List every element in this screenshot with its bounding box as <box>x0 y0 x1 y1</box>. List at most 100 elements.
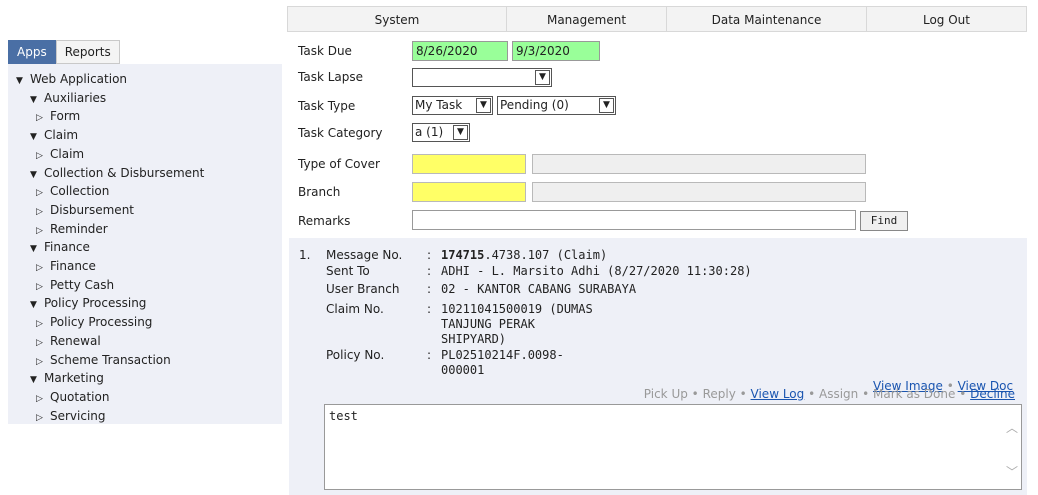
action-pick-up[interactable]: Pick Up <box>644 387 688 401</box>
remarks-input[interactable] <box>412 210 856 230</box>
triangle-right-icon[interactable]: ▷ <box>36 280 50 295</box>
type-of-cover-code-input[interactable] <box>412 154 526 174</box>
tree-item[interactable]: ▷ Form <box>36 109 80 126</box>
field-value: 10211041500019 (DUMAS TANJUNG PERAK SHIPYA… <box>441 302 593 347</box>
field-label: User Branch <box>326 282 400 296</box>
tree-item-label: Web Application <box>30 72 128 86</box>
field-value: ADHI - L. Marsito Adhi (8/27/2020 11:30:… <box>441 264 752 279</box>
tree-item[interactable]: ▷ Collection <box>36 184 109 201</box>
message-note-textarea[interactable]: test ︿ ﹀ <box>324 404 1022 490</box>
tree-item-label: Claim <box>44 128 79 143</box>
tree-item[interactable]: ▷ Petty Cash <box>36 278 114 295</box>
triangle-down-icon[interactable]: ▼ <box>30 168 44 183</box>
tree-item-label: Finance <box>50 259 96 273</box>
tree-item[interactable]: ▷ Quotation <box>36 390 109 407</box>
tree-item[interactable]: ▼ Auxiliaries <box>30 91 106 108</box>
triangle-right-icon[interactable]: ▷ <box>36 336 50 351</box>
task-due-label: Task Due <box>298 44 352 58</box>
action-decline[interactable]: Decline <box>970 387 1015 401</box>
tree-item[interactable]: ▼ Claim <box>30 128 78 145</box>
tree-item-label: Auxiliaries <box>44 90 107 105</box>
field-colon: : <box>427 248 432 262</box>
tab-apps[interactable]: Apps <box>8 40 56 64</box>
task-due-from-input[interactable]: 8/26/2020 <box>412 41 508 61</box>
action-assign[interactable]: Assign <box>819 387 858 401</box>
tree-item-label: Marketing <box>44 371 104 386</box>
triangle-right-icon[interactable]: ▷ <box>36 317 50 332</box>
task-type-value: My Task <box>415 98 463 112</box>
tree-item[interactable]: ▷ Reminder <box>36 222 108 239</box>
triangle-right-icon[interactable]: ▷ <box>36 205 50 220</box>
task-type-label: Task Type <box>298 99 356 113</box>
field-label: Sent To <box>326 264 370 278</box>
chevron-down-icon[interactable]: ﹀ <box>1003 463 1021 480</box>
separator-dot: • <box>735 387 751 401</box>
field-colon: : <box>427 302 432 316</box>
tree-item-label: Collection <box>50 184 110 199</box>
tree-item[interactable]: ▼ Finance <box>30 240 90 257</box>
tree-item[interactable]: ▷ Servicing <box>36 409 106 426</box>
task-type-select[interactable]: My Task ▼ <box>412 96 493 115</box>
field-label: Message No. <box>326 248 403 262</box>
triangle-right-icon[interactable]: ▷ <box>36 392 50 407</box>
triangle-right-icon[interactable]: ▷ <box>36 224 50 239</box>
tree-item[interactable]: ▼ Collection & Disbursement <box>30 166 204 183</box>
menu-system[interactable]: System <box>287 6 507 32</box>
tree-item-label: Claim <box>50 146 85 161</box>
chevron-up-icon[interactable]: ︿ <box>1003 419 1021 436</box>
tree-item[interactable]: ▷ Finance <box>36 259 96 276</box>
triangle-down-icon[interactable]: ▼ <box>30 130 44 145</box>
action-reply[interactable]: Reply <box>703 387 736 401</box>
task-status-select[interactable]: Pending (0) ▼ <box>497 96 616 115</box>
type-of-cover-name-input <box>532 154 866 174</box>
triangle-down-icon[interactable]: ▼ <box>30 93 44 108</box>
note-scrollbar[interactable]: ︿ ﹀ <box>1003 405 1021 489</box>
task-lapse-label: Task Lapse <box>298 70 364 84</box>
action-view-log[interactable]: View Log <box>751 387 805 401</box>
triangle-right-icon[interactable]: ▷ <box>36 355 50 370</box>
menu-management[interactable]: Management <box>507 6 667 32</box>
message-number-bold: 174715 <box>441 248 485 262</box>
tree-item[interactable]: ▷ Claim <box>36 147 84 164</box>
menu-log-out[interactable]: Log Out <box>867 6 1027 32</box>
branch-code-input[interactable] <box>412 182 526 202</box>
triangle-right-icon[interactable]: ▷ <box>36 261 50 276</box>
tab-reports[interactable]: Reports <box>55 40 120 64</box>
tree-item[interactable]: ▷ Scheme Transaction <box>36 353 171 370</box>
field-value: 02 - KANTOR CABANG SURABAYA <box>441 282 636 297</box>
triangle-down-icon[interactable]: ▼ <box>16 74 30 89</box>
tree-item-label: Quotation <box>50 389 110 404</box>
triangle-right-icon[interactable]: ▷ <box>36 149 50 164</box>
message-panel: 1. Message No.:174715.4738.107 (Claim)17… <box>289 238 1027 495</box>
chevron-down-icon: ▼ <box>599 98 614 113</box>
triangle-right-icon[interactable]: ▷ <box>36 186 50 201</box>
tree-item-label: Collection & Disbursement <box>44 165 205 180</box>
tree-item[interactable]: ▼ Web Application <box>16 72 127 89</box>
tree-item[interactable]: ▷ Renewal <box>36 334 101 351</box>
tree-item[interactable]: ▷ Policy Processing <box>36 315 152 332</box>
message-number-rest: .4738.107 (Claim) <box>484 248 608 262</box>
tree-item[interactable]: ▼ Marketing <box>30 371 104 388</box>
field-label: Claim No. <box>326 302 384 316</box>
field-value-line: 10211041500019 (DUMAS <box>441 302 593 316</box>
tree-item[interactable]: ▷ Disbursement <box>36 203 134 220</box>
message-index: 1. <box>299 248 311 262</box>
field-value-line: PL02510214F.0098- <box>441 348 564 362</box>
field-value-line: 000001 <box>441 363 485 377</box>
tree-item-label: Form <box>50 109 81 124</box>
field-value-line: 02 - KANTOR CABANG SURABAYA <box>441 282 637 296</box>
triangle-right-icon[interactable]: ▷ <box>36 111 50 126</box>
find-button[interactable]: Find <box>860 211 908 231</box>
action-mark-as-done[interactable]: Mark as Done <box>873 387 955 401</box>
triangle-down-icon[interactable]: ▼ <box>30 298 44 313</box>
triangle-down-icon[interactable]: ▼ <box>30 242 44 257</box>
triangle-right-icon[interactable]: ▷ <box>36 411 50 426</box>
task-lapse-select[interactable]: ▼ <box>412 68 552 87</box>
triangle-down-icon[interactable]: ▼ <box>30 373 44 388</box>
tree-item-label: Disbursement <box>50 202 134 217</box>
tree-item[interactable]: ▼ Policy Processing <box>30 296 146 313</box>
menu-data-maintenance[interactable]: Data Maintenance <box>667 6 867 32</box>
task-due-to-input[interactable]: 9/3/2020 <box>512 41 600 61</box>
task-category-select[interactable]: a (1) ▼ <box>412 123 470 142</box>
message-actions: Pick Up • Reply • View Log • Assign • Ma… <box>644 387 1015 401</box>
